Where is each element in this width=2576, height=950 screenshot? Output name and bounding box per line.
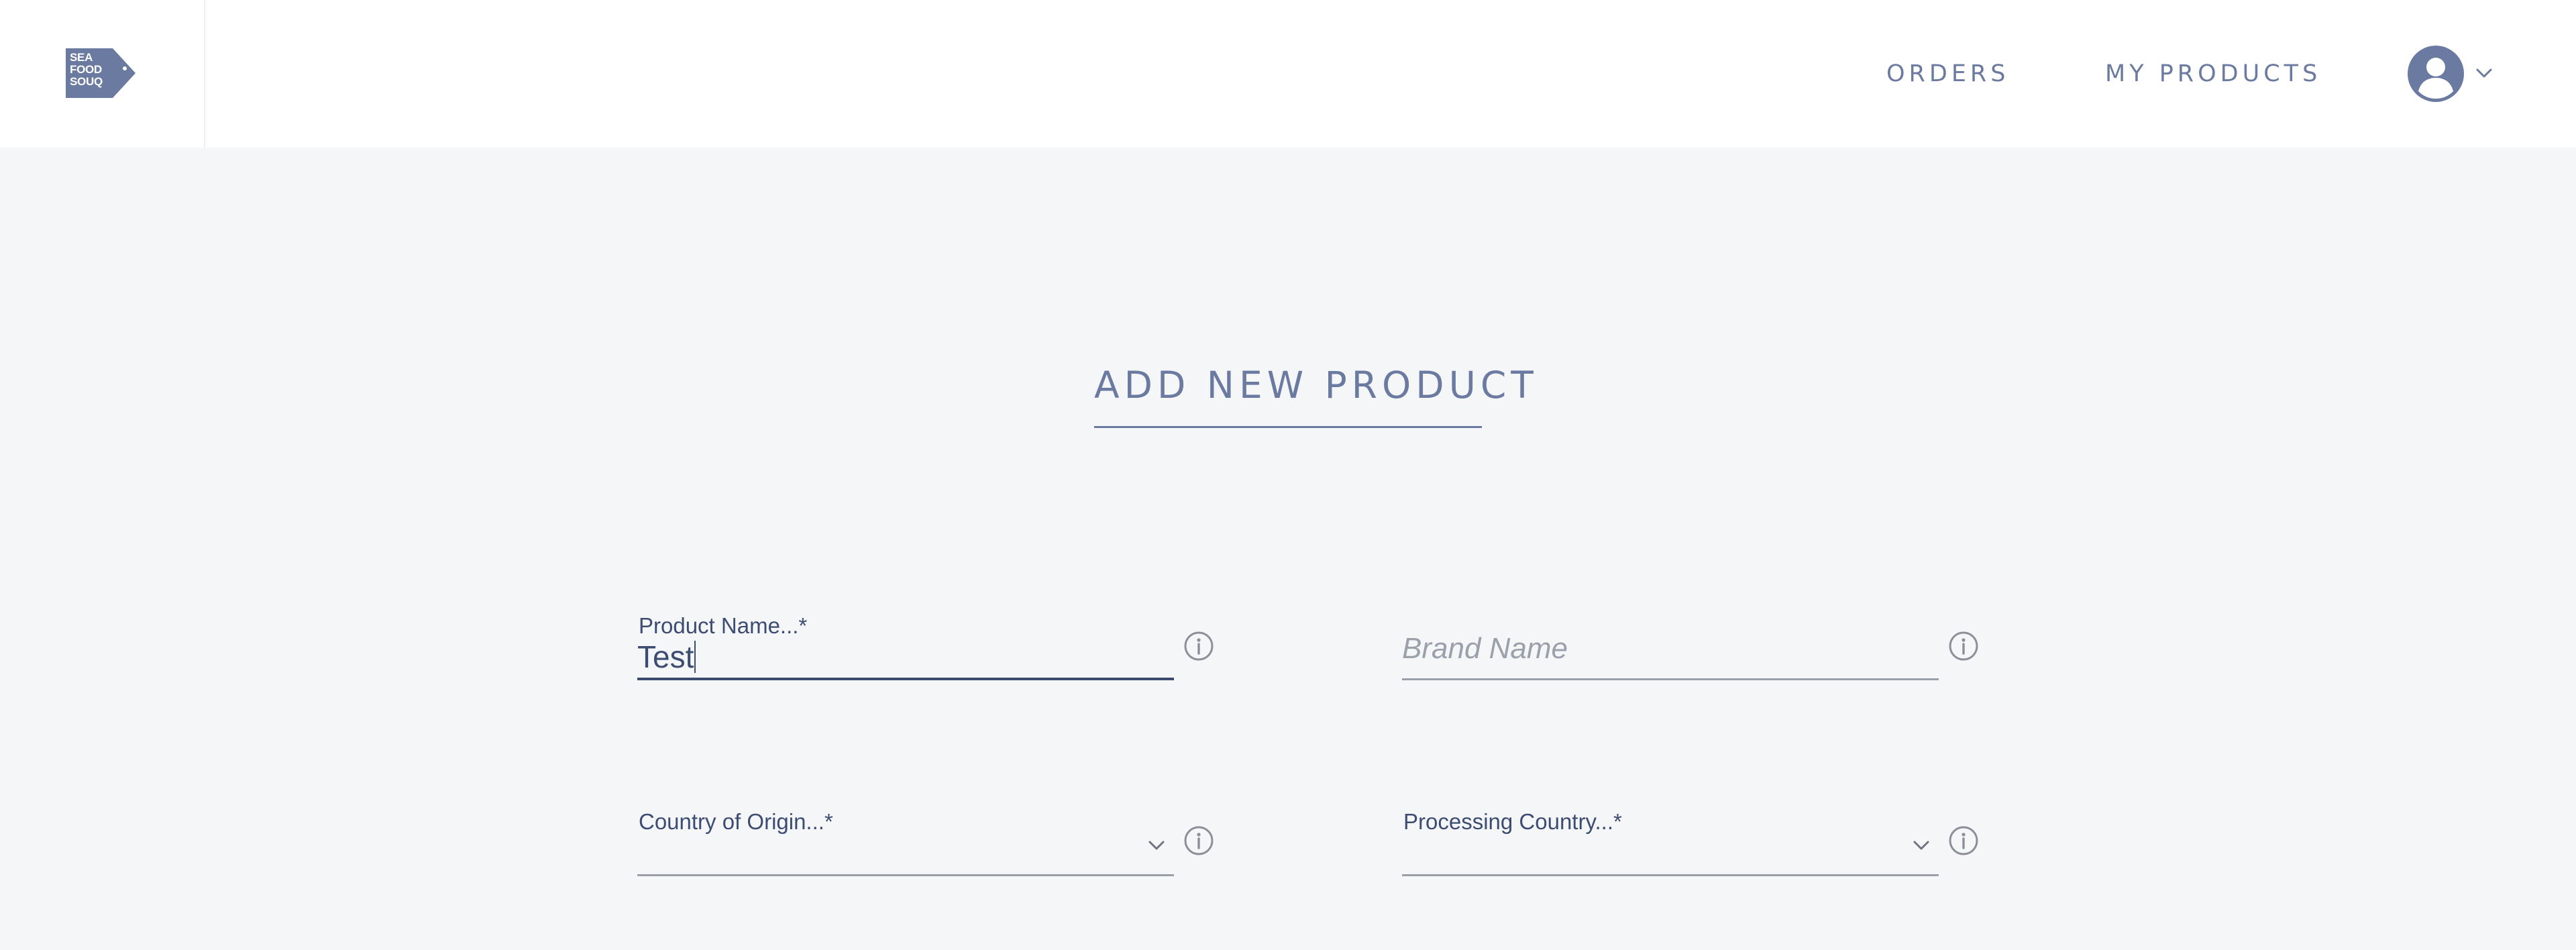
country-of-origin-info-icon[interactable] <box>1183 825 1215 857</box>
nav-orders-link[interactable]: ORDERS <box>1886 0 2009 148</box>
logo-line-3: SOUQ <box>70 75 103 88</box>
logo-line-2: FOOD <box>70 63 102 76</box>
brand-name-info-icon[interactable] <box>1947 630 1980 662</box>
processing-country-underline <box>1402 874 1939 876</box>
user-avatar-icon[interactable] <box>2408 46 2464 102</box>
seafood-souq-logo[interactable]: SEA FOOD SOUQ <box>66 48 137 98</box>
logo-line-1: SEA <box>70 51 93 64</box>
processing-country-select[interactable]: Processing Country...* <box>1402 809 1939 876</box>
page-title-block: ADD NEW PRODUCT <box>1094 360 1538 428</box>
product-name-value: Test <box>637 639 694 674</box>
product-name-input[interactable]: Test <box>637 639 696 675</box>
brand-name-underline <box>1402 678 1939 680</box>
country-of-origin-chevron-down-icon[interactable] <box>1147 839 1166 852</box>
product-name-field[interactable]: Product Name...* Test <box>637 613 1174 680</box>
country-of-origin-select[interactable]: Country of Origin...* <box>637 809 1174 876</box>
country-of-origin-underline <box>637 874 1174 876</box>
logo-wordmark: SEA FOOD SOUQ <box>70 52 103 88</box>
product-name-info-icon[interactable] <box>1183 630 1215 662</box>
brand-name-placeholder: Brand Name <box>1402 632 1568 665</box>
logo-area: SEA FOOD SOUQ <box>0 0 205 148</box>
brand-name-field[interactable]: Brand Name <box>1402 613 1939 680</box>
top-header: SEA FOOD SOUQ ORDERS MY PRODUCTS <box>0 0 2576 148</box>
country-of-origin-label: Country of Origin...* <box>639 809 833 834</box>
product-name-underline <box>637 678 1174 680</box>
product-name-label: Product Name...* <box>639 613 808 638</box>
nav-my-products-link[interactable]: MY PRODUCTS <box>2105 0 2321 148</box>
text-cursor <box>694 641 696 673</box>
page-title: ADD NEW PRODUCT <box>1094 364 1538 407</box>
processing-country-label: Processing Country...* <box>1403 809 1622 834</box>
user-menu-chevron-down-icon[interactable] <box>2475 66 2493 81</box>
processing-country-chevron-down-icon[interactable] <box>1912 839 1931 852</box>
processing-country-info-icon[interactable] <box>1947 825 1980 857</box>
